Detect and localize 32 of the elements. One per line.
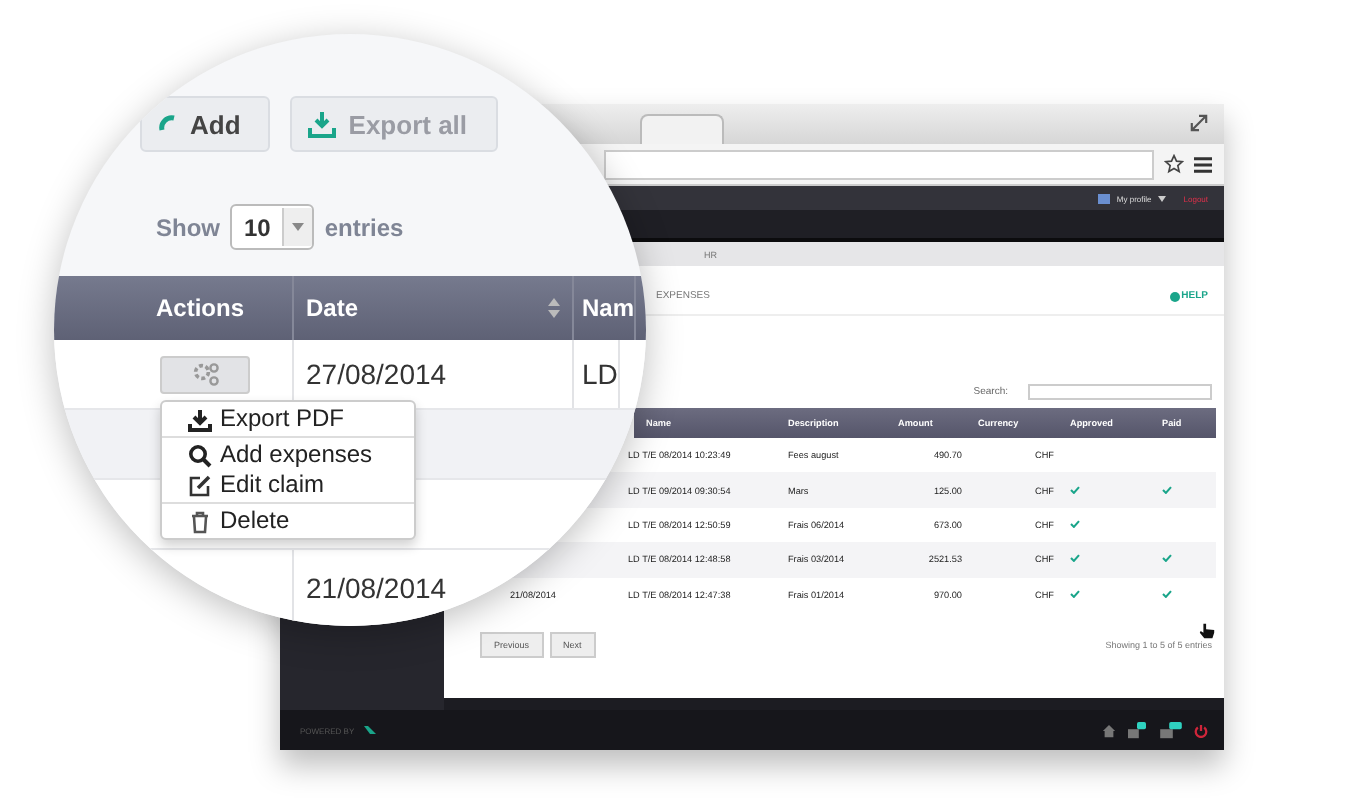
message-icon[interactable]: [1158, 721, 1184, 739]
gear-icon: [189, 360, 221, 388]
avatar-icon: [1098, 193, 1111, 203]
download-icon: [308, 110, 337, 138]
star-icon[interactable]: [1164, 154, 1184, 174]
home-icon[interactable]: [1102, 723, 1116, 737]
search-field[interactable]: [1028, 384, 1212, 400]
menu-icon[interactable]: [1194, 155, 1212, 173]
help-icon: [1169, 291, 1180, 301]
table-cell: LD: [574, 340, 620, 408]
show-label: Show: [156, 213, 220, 241]
expand-icon[interactable]: [1190, 114, 1208, 132]
edit-icon: [188, 473, 212, 497]
menu-item[interactable]: Delete: [162, 506, 414, 536]
menu-item[interactable]: Export PDF: [162, 404, 414, 434]
caret-icon: [1157, 195, 1166, 201]
trash-icon: [188, 509, 212, 533]
page-size-select[interactable]: 10: [230, 204, 315, 250]
hand-cursor-icon: [1198, 622, 1216, 640]
menu-item[interactable]: Edit claim: [162, 470, 414, 500]
caret-icon: [282, 208, 313, 246]
notification-icon[interactable]: [1126, 721, 1148, 739]
toolbar-button[interactable]: Add: [140, 96, 271, 152]
sort-icon[interactable]: [548, 298, 560, 318]
power-icon[interactable]: [1194, 723, 1208, 737]
column-header[interactable]: Date: [306, 294, 359, 322]
search-icon: [188, 443, 212, 467]
entries-label: entries: [324, 213, 404, 241]
address-field[interactable]: [604, 149, 1154, 179]
download-icon: [188, 407, 212, 431]
menu-item[interactable]: Add expenses: [162, 440, 414, 470]
actions-button[interactable]: [160, 355, 250, 393]
